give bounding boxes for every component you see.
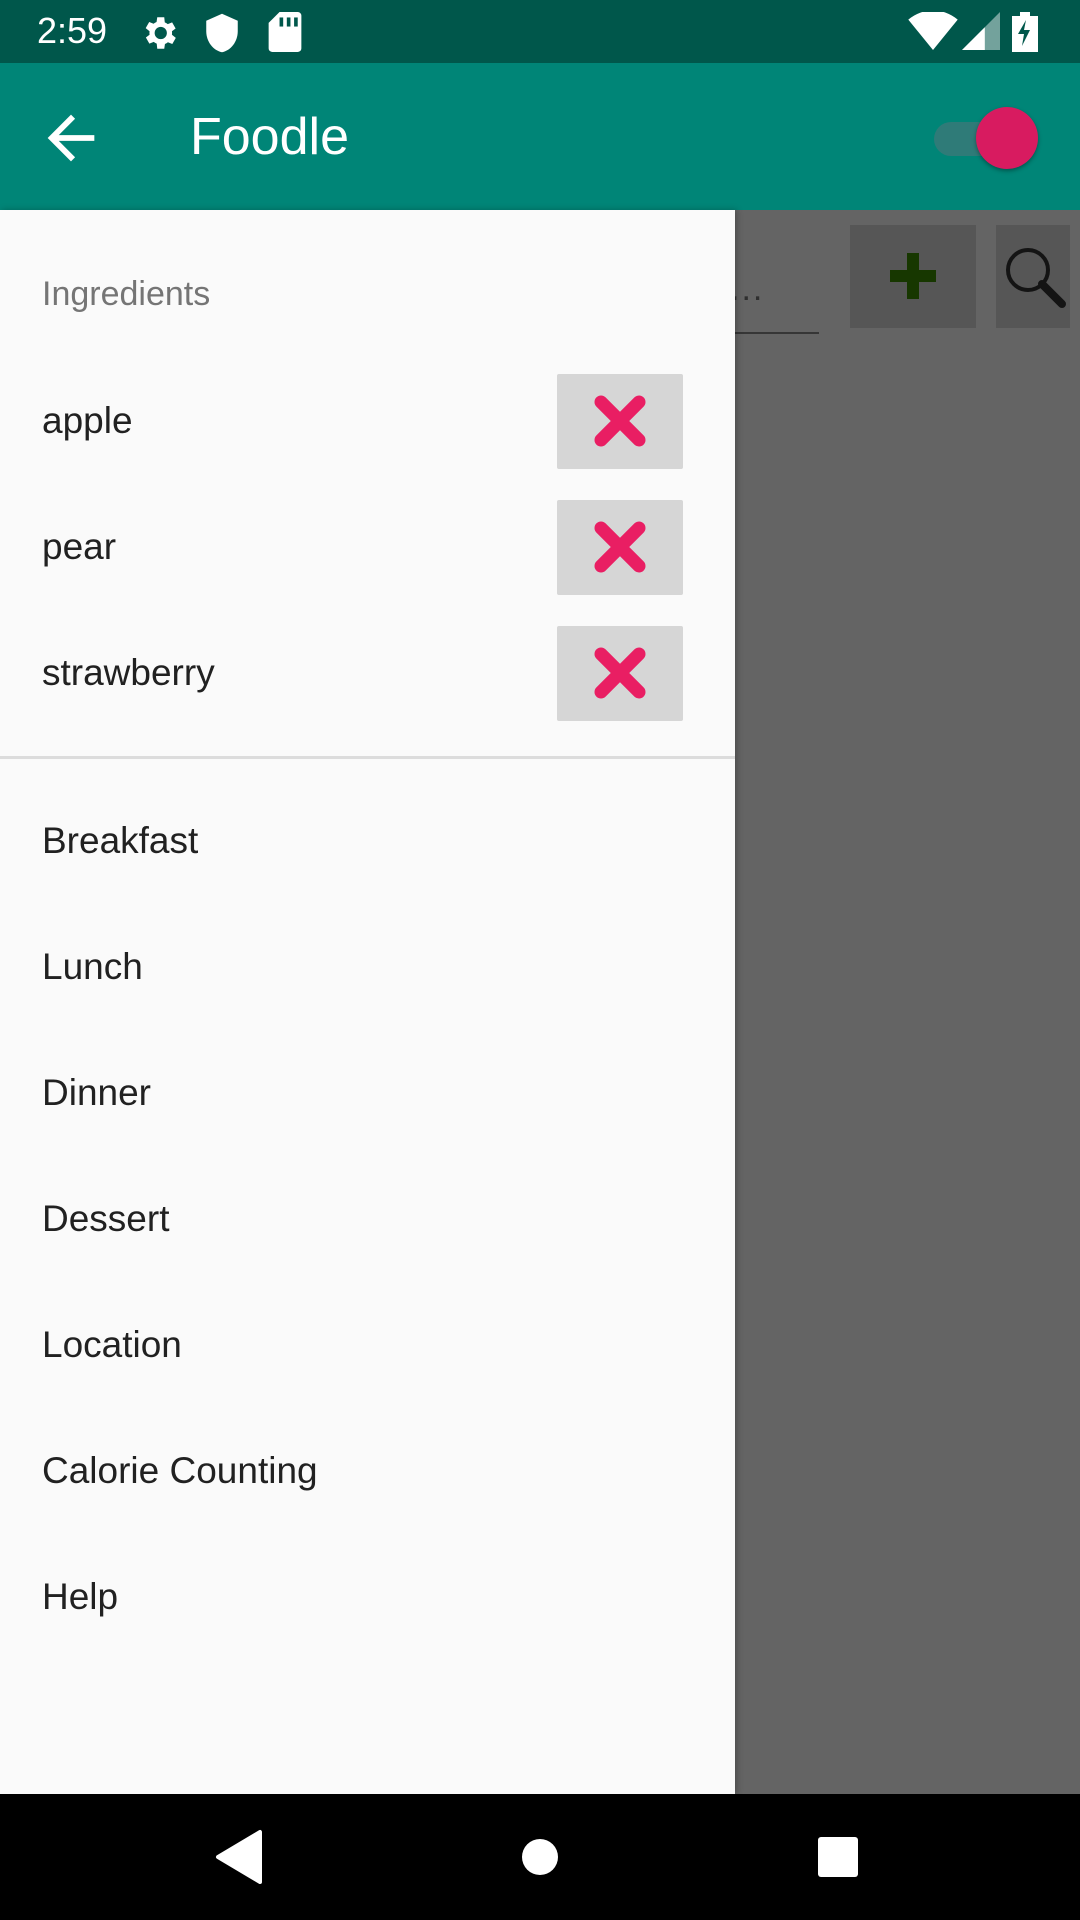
status-time: 2:59 xyxy=(37,10,108,51)
nav-back-button[interactable] xyxy=(206,1822,276,1892)
drawer-divider xyxy=(0,756,735,759)
home-circle-icon xyxy=(522,1839,558,1875)
shield-icon xyxy=(204,12,240,59)
menu-item-label: Calorie Counting xyxy=(42,1450,318,1491)
app-bar: Foodle xyxy=(0,63,1080,210)
close-icon xyxy=(594,647,646,699)
menu-item-label: Location xyxy=(42,1324,182,1365)
arrow-left-icon xyxy=(47,114,95,162)
remove-ingredient-button[interactable] xyxy=(557,500,683,595)
cellular-signal-icon xyxy=(962,12,1000,55)
back-button[interactable] xyxy=(36,103,106,173)
menu-item-dinner[interactable]: Dinner xyxy=(0,1032,735,1158)
navigation-drawer: Ingredients apple pear strawberry Breakf… xyxy=(0,210,735,1794)
ingredients-header: Ingredients xyxy=(42,275,211,313)
ingredient-label: strawberry xyxy=(42,652,215,693)
remove-ingredient-button[interactable] xyxy=(557,374,683,469)
toggle-thumb xyxy=(976,107,1038,169)
menu-item-label: Lunch xyxy=(42,946,143,987)
remove-ingredient-button[interactable] xyxy=(557,626,683,721)
ingredient-row: apple xyxy=(0,360,735,486)
gear-icon xyxy=(138,12,180,59)
menu-item-label: Help xyxy=(42,1576,119,1617)
menu-item-label: Dinner xyxy=(42,1072,151,1113)
menu-item-lunch[interactable]: Lunch xyxy=(0,906,735,1032)
battery-charging-icon xyxy=(1012,12,1038,57)
system-nav-bar xyxy=(0,1794,1080,1920)
close-icon xyxy=(594,395,646,447)
back-triangle-icon xyxy=(216,1830,262,1884)
ingredient-row: strawberry xyxy=(0,612,735,738)
toggle-switch[interactable] xyxy=(930,101,1042,171)
menu-item-help[interactable]: Help xyxy=(0,1536,735,1662)
nav-recents-button[interactable] xyxy=(803,1822,873,1892)
menu-item-location[interactable]: Location xyxy=(0,1284,735,1410)
menu-item-dessert[interactable]: Dessert xyxy=(0,1158,735,1284)
status-bar: 2:59 xyxy=(0,0,1080,63)
menu-item-label: Dessert xyxy=(42,1198,170,1239)
ingredient-label: apple xyxy=(42,400,133,441)
wifi-icon xyxy=(908,10,958,55)
close-icon xyxy=(594,521,646,573)
recents-square-icon xyxy=(818,1837,858,1877)
ingredient-row: pear xyxy=(0,486,735,612)
nav-home-button[interactable] xyxy=(505,1822,575,1892)
menu-item-calorie-counting[interactable]: Calorie Counting xyxy=(0,1410,735,1536)
sd-card-icon xyxy=(268,12,302,57)
ingredient-label: pear xyxy=(42,526,117,567)
menu-item-label: Breakfast xyxy=(42,820,199,861)
menu-item-breakfast[interactable]: Breakfast xyxy=(0,780,735,906)
app-title: Foodle xyxy=(190,108,349,166)
